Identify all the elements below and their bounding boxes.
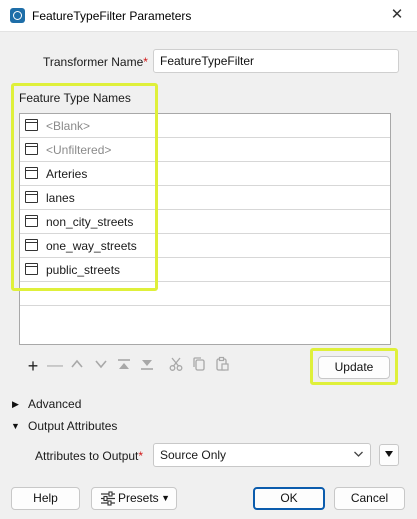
sliders-icon [100, 491, 116, 512]
move-to-bottom-icon[interactable] [138, 356, 156, 376]
copy-icon[interactable] [190, 356, 208, 376]
help-button[interactable]: Help [11, 487, 80, 510]
app-icon [10, 8, 25, 23]
presets-label: Presets [118, 491, 159, 505]
feature-types-highlight [11, 83, 158, 291]
window-title: FeatureTypeFilter Parameters [32, 9, 192, 23]
required-mark: * [143, 55, 148, 69]
output-attributes-section[interactable]: Output Attributes [28, 419, 117, 433]
attributes-to-output-label-text: Attributes to Output [35, 449, 139, 463]
move-down-icon[interactable] [92, 356, 110, 376]
add-icon[interactable]: + [24, 356, 42, 376]
caret-down-icon: ▼ [161, 493, 170, 503]
required-mark: * [138, 449, 144, 463]
title-bar: FeatureTypeFilter Parameters ✕ [0, 0, 417, 32]
caret-down-icon [385, 451, 393, 457]
transformer-name-label-text: Transformer Name [43, 55, 144, 69]
close-icon[interactable]: ✕ [385, 4, 409, 26]
chevron-down-icon [353, 447, 364, 464]
advanced-section[interactable]: Advanced [28, 397, 81, 411]
cancel-button[interactable]: Cancel [334, 487, 405, 510]
attributes-to-output-select[interactable]: Source Only [153, 443, 371, 467]
remove-icon[interactable]: — [46, 356, 64, 376]
cut-icon[interactable] [167, 356, 185, 376]
presets-button[interactable]: Presets ▼ [91, 487, 177, 510]
move-up-icon[interactable] [68, 356, 86, 376]
expand-advanced-icon[interactable]: ▶ [12, 399, 19, 410]
collapse-output-icon[interactable]: ▼ [11, 421, 20, 431]
ok-button[interactable]: OK [253, 487, 325, 510]
update-highlight [310, 348, 398, 385]
move-to-top-icon[interactable] [115, 356, 133, 376]
attributes-menu-button[interactable] [379, 444, 399, 466]
paste-icon[interactable] [213, 356, 231, 376]
transformer-name-label: Transformer Name* [43, 55, 148, 69]
transformer-name-input[interactable]: FeatureTypeFilter [153, 49, 399, 73]
selected-value: Source Only [160, 448, 227, 462]
attributes-to-output-label: Attributes to Output* [35, 449, 143, 463]
